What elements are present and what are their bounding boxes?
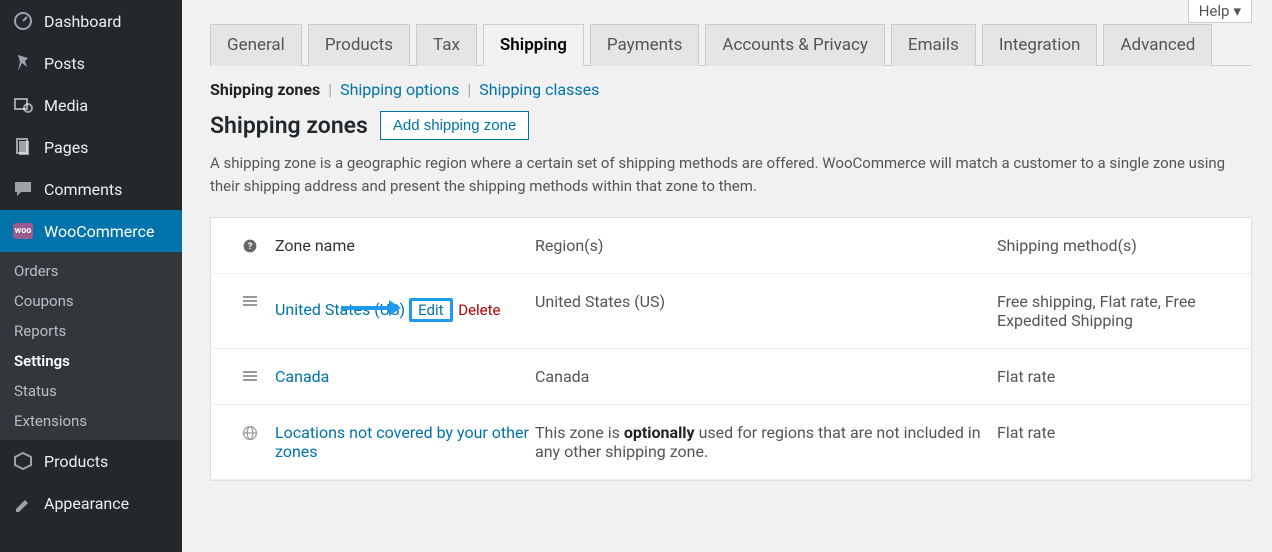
svg-text:?: ? [248,241,253,252]
tab-shipping[interactable]: Shipping [483,24,584,66]
admin-sidebar: Dashboard Posts Media Pages Comments woo… [0,0,182,552]
sidebar-label: Pages [44,138,88,157]
zone-region: This zone is optionally used for regions… [535,423,997,461]
zone-region: Canada [535,367,997,386]
sidebar-label: Comments [44,180,122,199]
comment-icon [12,178,34,200]
arrow-annotation [339,296,409,320]
sub-item-status[interactable]: Status [0,376,182,406]
zone-methods: Flat rate [997,423,1237,442]
page-description: A shipping zone is a geographic region w… [210,152,1230,197]
header-methods: Shipping method(s) [997,236,1237,255]
sidebar-item-pages[interactable]: Pages [0,126,182,168]
add-shipping-zone-button[interactable]: Add shipping zone [380,111,529,140]
woocommerce-icon: woo [12,220,34,242]
page-icon [12,136,34,158]
tab-integration[interactable]: Integration [982,24,1098,66]
sub-item-extensions[interactable]: Extensions [0,406,182,436]
sidebar-item-woocommerce[interactable]: woo WooCommerce [0,210,182,252]
subnav-classes[interactable]: Shipping classes [479,80,599,99]
appearance-icon [12,492,34,514]
zone-methods: Free shipping, Flat rate, Free Expedited… [997,292,1237,330]
sub-item-coupons[interactable]: Coupons [0,286,182,316]
header-handle: ? [225,236,275,254]
zone-methods: Flat rate [997,367,1237,386]
sidebar-label: Media [44,96,88,115]
table-header-row: ? Zone name Region(s) Shipping method(s) [211,218,1251,274]
zone-name-link[interactable]: Canada [275,367,329,386]
tab-advanced[interactable]: Advanced [1103,24,1212,66]
globe-icon [225,423,275,441]
header-regions: Region(s) [535,236,997,255]
sidebar-label: Dashboard [44,12,121,31]
sidebar-label: Products [44,452,108,471]
main-content: Help ▾ General Products Tax Shipping Pay… [182,0,1272,552]
row-actions: Edit Delete [409,298,500,322]
zone-name-link[interactable]: Locations not covered by your other zone… [275,423,529,461]
sidebar-label: Posts [44,54,85,73]
sidebar-item-dashboard[interactable]: Dashboard [0,0,182,42]
media-icon [12,94,34,116]
sidebar-item-posts[interactable]: Posts [0,42,182,84]
dashboard-icon [12,10,34,32]
chevron-down-icon: ▾ [1233,2,1241,20]
tab-emails[interactable]: Emails [891,24,976,66]
page-title: Shipping zones [210,112,368,139]
tab-payments[interactable]: Payments [590,24,699,66]
table-row-fallback: Locations not covered by your other zone… [211,405,1251,480]
help-tab[interactable]: Help ▾ [1188,0,1252,23]
sub-item-orders[interactable]: Orders [0,256,182,286]
delete-link[interactable]: Delete [458,301,500,319]
products-icon [12,450,34,472]
pin-icon [12,52,34,74]
sidebar-item-appearance[interactable]: Appearance [0,482,182,524]
sidebar-label: Appearance [44,494,129,513]
tab-accounts-privacy[interactable]: Accounts & Privacy [705,24,885,66]
sub-item-settings[interactable]: Settings [0,346,182,376]
table-row: United States (US) Edit Delete United St… [211,274,1251,349]
settings-tabs: General Products Tax Shipping Payments A… [210,24,1252,66]
subnav-zones[interactable]: Shipping zones [210,80,320,99]
table-row: Canada Canada Flat rate [211,349,1251,405]
drag-handle[interactable] [225,292,275,308]
subnav-options[interactable]: Shipping options [340,80,459,99]
help-icon: ? [242,238,258,254]
drag-handle[interactable] [225,367,275,383]
tab-general[interactable]: General [210,24,302,66]
tab-tax[interactable]: Tax [416,24,477,66]
woocommerce-submenu: Orders Coupons Reports Settings Status E… [0,252,182,440]
sidebar-item-media[interactable]: Media [0,84,182,126]
sidebar-label: WooCommerce [44,222,154,241]
shipping-zones-table: ? Zone name Region(s) Shipping method(s)… [210,217,1252,481]
tab-products[interactable]: Products [308,24,410,66]
sub-nav: Shipping zones | Shipping options | Ship… [210,80,1252,99]
sidebar-item-products[interactable]: Products [0,440,182,482]
header-zone-name: Zone name [275,236,535,255]
edit-link[interactable]: Edit [412,299,449,321]
sidebar-item-comments[interactable]: Comments [0,168,182,210]
zone-region: United States (US) [535,292,997,311]
sub-item-reports[interactable]: Reports [0,316,182,346]
help-label: Help [1199,2,1230,20]
